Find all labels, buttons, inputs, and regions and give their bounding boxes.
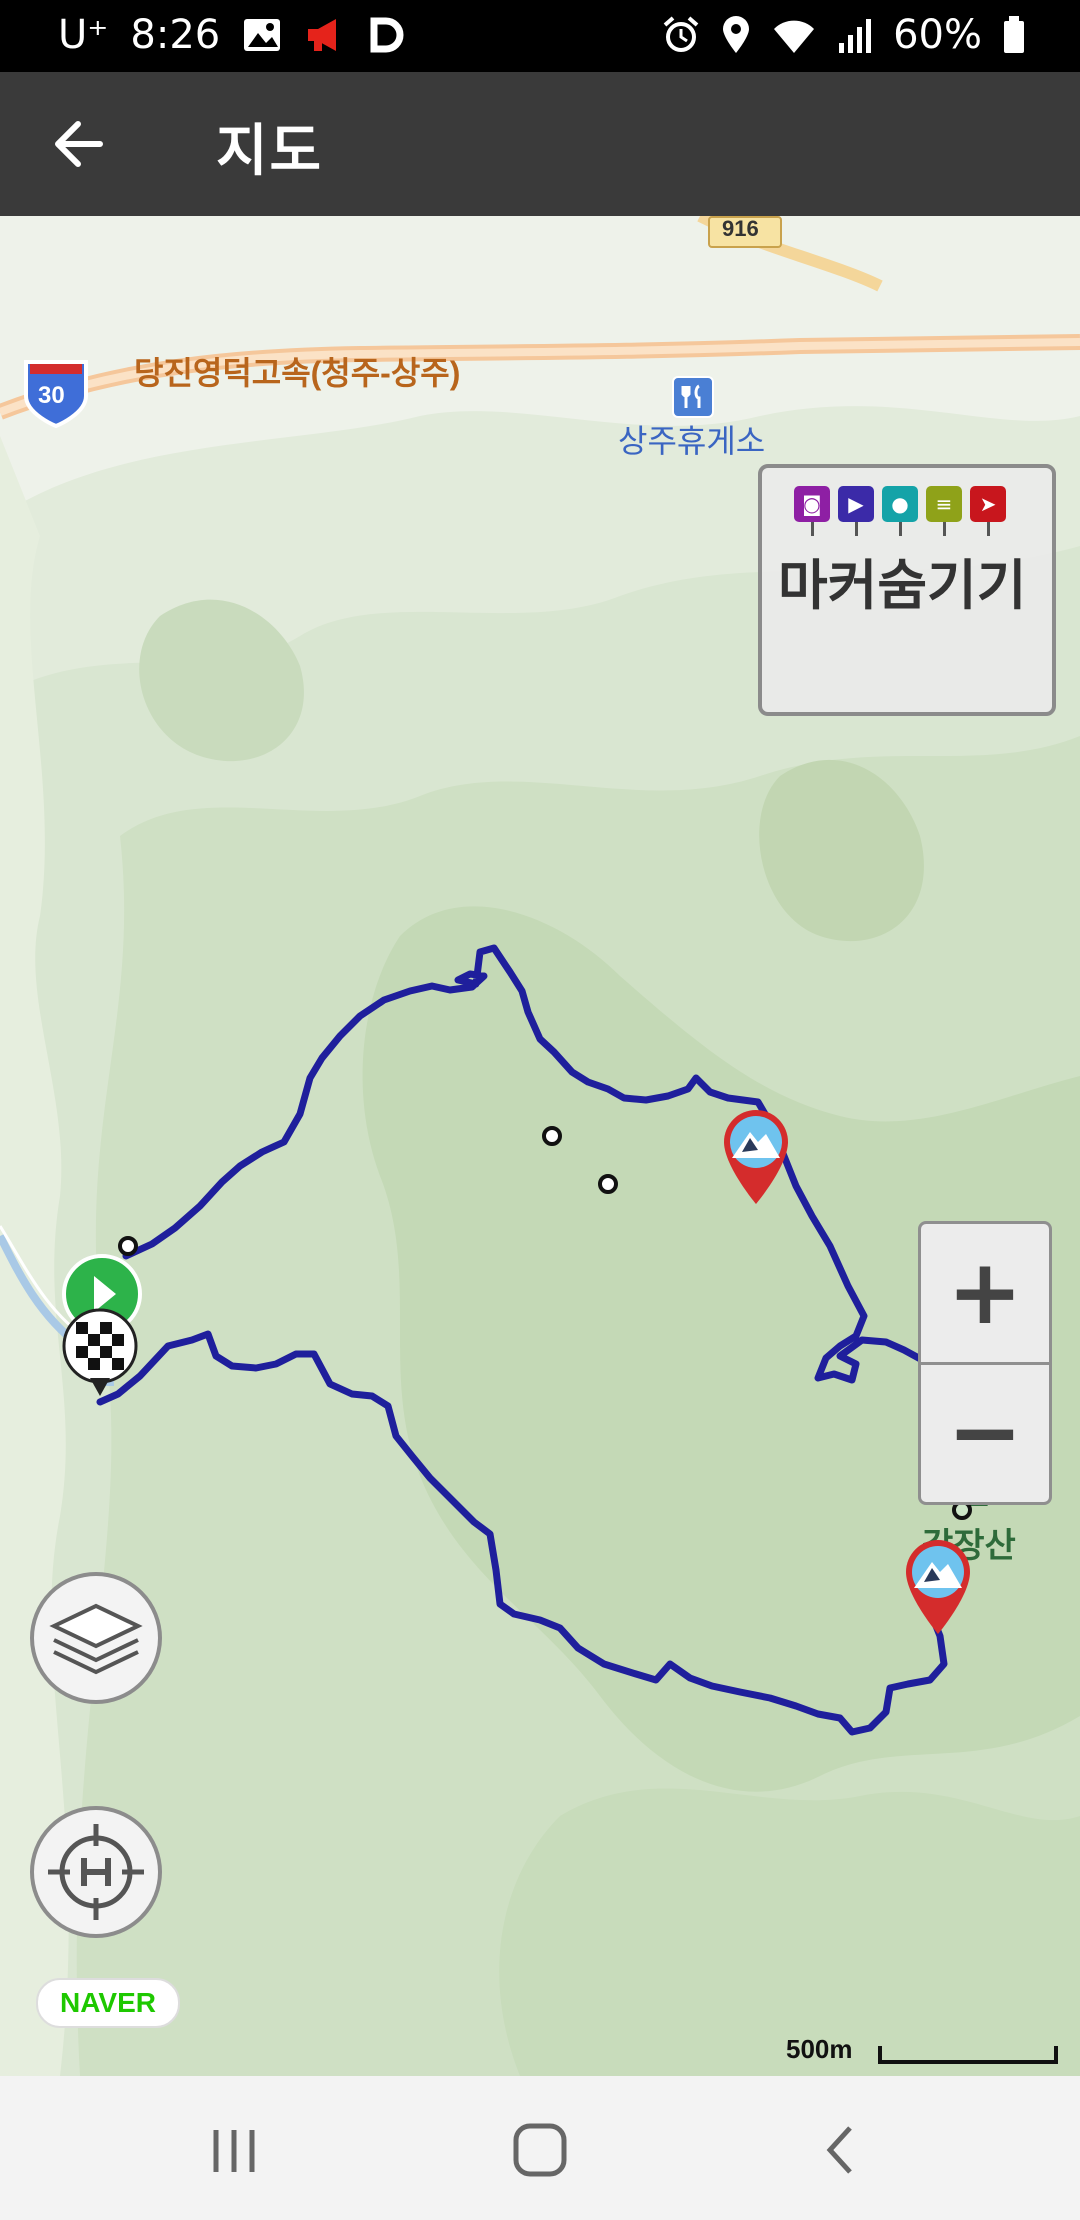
hide-markers-label: 마커숨기기	[778, 554, 1027, 617]
hide-markers-button[interactable]: ◙ ▶ ● ≡ ➤ 마커숨기기	[758, 464, 1056, 716]
scale-label: 500m	[786, 2034, 853, 2064]
recent-apps-icon[interactable]	[204, 2126, 264, 2176]
zoom-control: + −	[918, 1221, 1052, 1505]
status-bar: U⁺ 8:26 60%	[0, 0, 1080, 72]
home-location-button[interactable]	[30, 1806, 162, 1938]
image-icon	[244, 19, 281, 51]
road-916-number: 916	[722, 216, 759, 241]
location-icon	[723, 16, 750, 53]
layers-icon	[49, 1603, 143, 1675]
layers-button[interactable]	[30, 1572, 162, 1704]
zoom-in-button[interactable]: +	[921, 1224, 1049, 1362]
wifi-icon	[774, 20, 815, 54]
arrow-icon: ➤	[970, 486, 1006, 536]
back-button[interactable]	[44, 108, 124, 180]
highway-name-label: 당진영덕고속(청주-상주)	[134, 355, 461, 391]
start-finish-icon[interactable]	[60, 1250, 144, 1398]
page-title: 지도	[216, 119, 324, 184]
marker-legend: ◙ ▶ ● ≡ ➤	[794, 486, 1006, 536]
peak-marker-icon[interactable]	[902, 1536, 974, 1636]
app-bar: 지도	[0, 72, 1080, 216]
megaphone-icon	[308, 19, 337, 51]
zoom-out-button[interactable]: −	[921, 1364, 1049, 1502]
system-nav-bar	[0, 2076, 1080, 2220]
home-icon[interactable]	[508, 2122, 572, 2178]
time-label: 8:26	[130, 12, 221, 58]
rest-area-label: 상주휴게소	[618, 423, 766, 459]
note-icon: ≡	[926, 486, 962, 536]
carrier-label: U⁺	[58, 12, 109, 58]
home-crosshair-icon	[48, 1824, 144, 1920]
highway-number: 30	[38, 382, 65, 409]
signal-icon	[839, 19, 872, 53]
restaurant-icon	[672, 376, 714, 418]
mic-icon: ●	[882, 486, 918, 536]
camera-icon: ◙	[794, 486, 830, 536]
arrow-left-icon	[55, 121, 103, 167]
battery-percent: 60%	[893, 12, 982, 58]
d-app-icon	[370, 17, 404, 53]
back-nav-icon[interactable]	[816, 2122, 866, 2178]
scale-bar	[878, 2046, 1058, 2064]
map-view[interactable]: 30 당진영덕고속(청주-상주) 916 상주휴게소 갑장산 + − ◙ ▶ ●…	[0, 216, 1080, 2076]
video-icon: ▶	[838, 486, 874, 536]
alarm-icon	[663, 16, 699, 52]
naver-logo[interactable]: NAVER	[36, 1978, 180, 2028]
battery-icon	[1004, 16, 1024, 53]
peak-marker-icon[interactable]	[720, 1106, 792, 1206]
